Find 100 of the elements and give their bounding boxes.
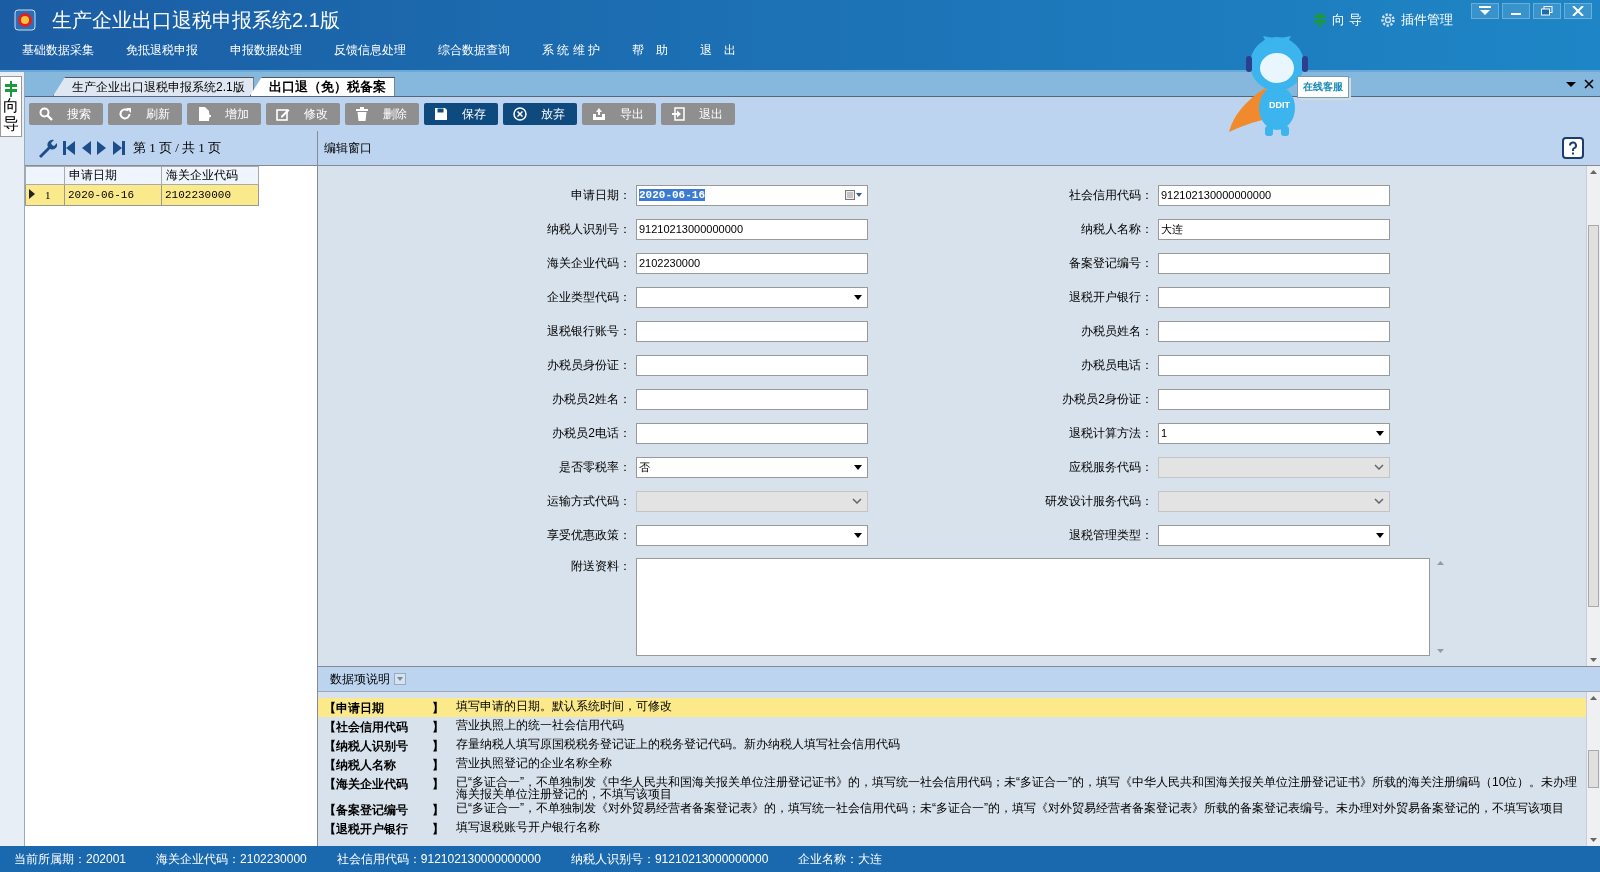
guide-side-tab[interactable]: 向导 [0,76,22,138]
field-name: 【申请日期 [323,700,385,717]
previous-page-icon[interactable] [81,141,91,155]
mascot-label: DDIT [1269,100,1290,110]
caret-icon [854,294,862,300]
guide-link[interactable]: 向 导 [1313,11,1362,29]
menu-item[interactable]: 综合数据查询 [426,40,522,61]
input-field[interactable] [1158,320,1390,342]
close-button[interactable] [1564,3,1592,19]
input-field[interactable] [1158,252,1390,274]
input-field[interactable] [636,354,868,376]
plugin-manager-link[interactable]: 插件管理 [1380,11,1453,29]
menu-item[interactable]: 基础数据采集 [10,40,106,61]
help-row[interactable]: 【纳税人识别号 】 存量纳税人填写原国税税务登记证上的税务登记代码。新办纳税人填写社会信用代码 [318,736,1586,755]
bracket-text: 】 [432,700,445,717]
scroll-thumb[interactable] [1588,750,1599,788]
first-page-icon[interactable] [63,141,75,155]
input-field[interactable] [1158,354,1390,376]
restore-button[interactable] [1533,3,1561,19]
input-field[interactable] [636,320,868,342]
column-header: 海关企业代码 [161,166,259,185]
field-label: 纳税人识别号： [546,220,631,238]
menu-item[interactable]: 系 统 维 护 [530,40,612,61]
toolbar-button[interactable]: 放弃 [503,103,577,125]
signpost-icon [1313,12,1328,28]
help-row[interactable]: 【社会信用代码 】 营业执照上的统一社会信用代码 [318,717,1586,736]
bracket-text: 】 [432,802,445,819]
menu-item[interactable]: 退 出 [688,40,748,61]
menu-item[interactable]: 申报数据处理 [218,40,314,61]
window-title: 生产企业出口退税申报系统2.1版 [52,7,340,33]
help-button[interactable] [1562,137,1584,159]
tab[interactable]: 出口退（免）税备案 [249,77,395,96]
help-row[interactable]: 【申请日期 】 填写申请的日期。默认系统时间，可修改 [318,698,1586,717]
online-service-button[interactable]: 在线客服 [1297,76,1349,98]
help-row[interactable]: 【退税开户银行 】 填写退税账号开户银行名称 [318,819,1586,838]
dropdown-field[interactable] [1158,524,1390,546]
panel-title: 编辑窗口 [324,139,372,157]
field-label: 办税员2电话： [551,424,631,442]
close-icon[interactable] [1584,79,1594,89]
field-label: 研发设计服务代码： [1044,492,1153,510]
caret-icon [1376,532,1384,538]
edit-icon [276,107,290,121]
menu-item[interactable]: 免抵退税申报 [114,40,210,61]
search-icon [39,107,53,121]
caret-icon [854,532,862,538]
field-label: 办税员2姓名： [551,390,631,408]
input-field[interactable]: 大连 [1158,218,1390,240]
caret-icon[interactable] [1566,80,1576,88]
input-field[interactable] [1158,286,1390,308]
close-icon [1572,6,1584,16]
toolbar-button[interactable]: 保存 [424,103,498,125]
section-title: 数据项说明 [330,670,390,688]
dropdown-field[interactable] [636,524,868,546]
field-label: 退税计算方法： [1068,424,1153,442]
next-page-icon[interactable] [97,141,107,155]
chevron-down-icon [852,498,862,504]
scrollbar[interactable] [1586,692,1600,846]
help-row[interactable]: 【海关企业代码 】 已“多证合一”，不单独制发《中华人民共和国海关报关单位注册登记证书》的，填写统一社会信用代码；未“多证合一”的，填写《中华人民共和国海关报关单位注册登记证书》所载的海关注册编码（10位）。未办理海关报关单位注册登记的，不填写该项目 [318,774,1586,800]
scrollbar[interactable] [1434,558,1446,656]
field-label: 是否零税率： [558,458,631,476]
table-row[interactable]: 1 2020-06-16 2102230000 [25,184,259,206]
input-field[interactable] [636,422,868,444]
field-description: 已“多证合一”，不单独制发《中华人民共和国海关报关单位注册登记证书》的，填写统一社会信用代码；未“多证合一”的，填写《中华人民共和国海关报关单位注册登记证书》所载的海关注册编码（10位）。未办理海关报关单位注册登记的，不填写该项目 [456,776,1579,800]
help-row[interactable]: 【纳税人名称 】 营业执照登记的企业名称全称 [318,755,1586,774]
input-field[interactable] [636,388,868,410]
field-label: 备案登记编号： [1068,254,1153,272]
field-description: 营业执照上的统一社会信用代码 [456,719,625,731]
input-field[interactable]: 2102230000 [636,252,868,274]
text-area[interactable] [636,558,1430,656]
dropdown-field[interactable]: 否 [636,456,868,478]
menu-item[interactable]: 反馈信息处理 [322,40,418,61]
dropdown-field[interactable] [636,286,868,308]
bracket-text: 】 [432,776,445,793]
field-description: 存量纳税人填写原国税税务登记证上的税务登记代码。新办纳税人填写社会信用代码 [456,738,901,750]
scrollbar[interactable] [1586,166,1600,666]
restore-icon [1541,6,1553,16]
row-number: 1 [45,189,51,201]
date-field[interactable]: 2020-06-16 [636,184,868,206]
field-name: 【社会信用代码 [323,719,409,736]
input-field[interactable]: 912102130000000000 [1158,184,1390,206]
input-field[interactable] [1158,388,1390,410]
help-row[interactable]: 【备案登记编号 】 已“多证合一”，不单独制发《对外贸易经营者备案登记表》的，填写统一社会信用代码；未“多证合一”的，填写《对外贸易经营者备案登记表》所载的备案登记表编号。未办理对外贸易备案登记的，不填写该项目 [318,800,1586,819]
last-page-icon[interactable] [113,141,125,155]
minimize-button[interactable] [1502,3,1530,19]
collapse-icon[interactable] [394,673,406,685]
dropdown-field[interactable]: 1 [1158,422,1390,444]
caret-icon [1376,430,1384,436]
dropdown-button[interactable] [1471,3,1499,19]
menu-item[interactable]: 帮 助 [620,40,680,61]
scroll-thumb[interactable] [1588,225,1599,607]
trash-icon [355,107,369,121]
scroll-up-icon [1590,696,1597,700]
wrench-icon[interactable] [37,138,57,158]
save-icon [434,107,448,121]
field-name: 【纳税人名称 [323,757,397,774]
field-label: 社会信用代码： [1068,186,1153,204]
input-field[interactable]: 91210213000000000 [636,218,868,240]
app-logo-icon [14,9,36,31]
tab[interactable]: 生产企业出口退税申报系统2.1版 [53,77,254,96]
caret-icon [854,464,862,470]
